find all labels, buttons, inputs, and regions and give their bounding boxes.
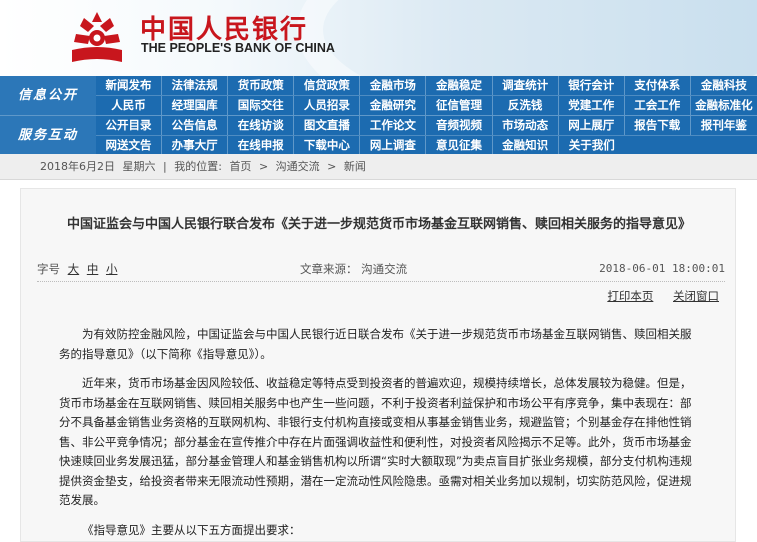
article-paragraph: 为有效防控金融风险，中国证监会与中国人民银行近日联合发布《关于进一步规范货币市场… — [59, 327, 692, 361]
nav-item-about-us[interactable]: 关于我们 — [559, 136, 625, 155]
article-tools: 打印本页 关闭窗口 — [591, 288, 719, 304]
site-header: 中国人民银行 THE PEOPLE'S BANK OF CHINA — [0, 0, 757, 76]
nav-item-fintech[interactable]: 金融科技 — [691, 76, 757, 95]
print-page-link[interactable]: 打印本页 — [607, 289, 653, 303]
breadcrumb-home-link[interactable]: 首页 — [229, 160, 251, 173]
nav-section-info: 信息公开 新闻发布 法律法规 货币政策 信贷政策 金融市场 金融稳定 调查统计 … — [0, 76, 757, 115]
nav-item-financial-market[interactable]: 金融市场 — [360, 76, 427, 95]
meta-divider — [37, 281, 725, 282]
nav-item-anti-money-laundering[interactable]: 反洗钱 — [493, 96, 559, 115]
nav-item-online-filing[interactable]: 在线申报 — [228, 136, 295, 155]
nav-item-credit-management[interactable]: 征信管理 — [426, 96, 493, 115]
article-source: 文章来源： 沟通交流 — [300, 262, 408, 276]
article-meta: 字号 大 中 小 文章来源： 沟通交流 2018-06-01 18:00:01 — [37, 261, 725, 277]
nav-section-service: 服务互动 公开目录 公告信息 在线访谈 图文直播 工作论文 音频视频 市场动态 … — [0, 115, 757, 155]
nav-item-feedback[interactable]: 意见征集 — [426, 136, 493, 155]
nav-item-monetary-policy[interactable]: 货币政策 — [228, 76, 295, 95]
breadcrumb-location-label: 我的位置: — [174, 160, 222, 173]
breadcrumb-current[interactable]: 新闻 — [344, 160, 366, 173]
nav-item-financial-stability[interactable]: 金融稳定 — [426, 76, 493, 95]
nav-row-2: 人民币 经理国库 国际交往 人员招录 金融研究 征信管理 反洗钱 党建工作 工会… — [96, 95, 757, 115]
nav-row-3: 公开目录 公告信息 在线访谈 图文直播 工作论文 音频视频 市场动态 网上展厅 … — [96, 116, 757, 135]
nav-item-party-building[interactable]: 党建工作 — [559, 96, 625, 115]
nav-item-service-hall[interactable]: 办事大厅 — [162, 136, 229, 155]
nav-item-accounting[interactable]: 银行会计 — [559, 76, 625, 95]
nav-item-financial-knowledge[interactable]: 金融知识 — [493, 136, 559, 155]
nav-item-online-interview[interactable]: 在线访谈 — [228, 116, 295, 135]
article-datetime: 2018-06-01 18:00:01 — [599, 262, 725, 275]
nav-item-standardization[interactable]: 金融标准化 — [691, 96, 757, 115]
nav-item-payment-system[interactable]: 支付体系 — [625, 76, 691, 95]
font-size-medium-link[interactable]: 中 — [87, 262, 99, 276]
nav-item-treasury[interactable]: 经理国库 — [162, 96, 229, 115]
nav-item-market-news[interactable]: 市场动态 — [493, 116, 559, 135]
breadcrumb-date: 2018年6月2日 — [40, 160, 115, 173]
nav-item-download-center[interactable]: 下载中心 — [294, 136, 361, 155]
nav-item-live-broadcast[interactable]: 图文直播 — [294, 116, 361, 135]
nav-item-online-survey[interactable]: 网上调查 — [360, 136, 427, 155]
main-nav: 信息公开 新闻发布 法律法规 货币政策 信贷政策 金融市场 金融稳定 调查统计 … — [0, 76, 757, 155]
nav-item-research[interactable]: 金融研究 — [360, 96, 427, 115]
font-size-label: 字号 — [37, 262, 60, 276]
breadcrumb: 2018年6月2日 星期六 | 我的位置: 首页 > 沟通交流 > 新闻 — [0, 154, 757, 180]
breadcrumb-section-link[interactable]: 沟通交流 — [276, 160, 320, 173]
nav-item-report-download[interactable]: 报告下载 — [625, 116, 691, 135]
nav-item-rmb[interactable]: 人民币 — [96, 96, 163, 115]
nav-item-credit-policy[interactable]: 信贷政策 — [294, 76, 361, 95]
font-size-small-link[interactable]: 小 — [106, 262, 118, 276]
breadcrumb-weekday: 星期六 — [122, 160, 156, 173]
nav-item-announcements[interactable]: 公告信息 — [162, 116, 229, 135]
nav-item-working-papers[interactable]: 工作论文 — [360, 116, 427, 135]
nav-item-online-exhibition[interactable]: 网上展厅 — [559, 116, 625, 135]
article-paragraph: 近年来，货币市场基金因风险较低、收益稳定等特点受到投资者的普遍欢迎，规模持续增长… — [59, 376, 692, 507]
pboc-logo-icon[interactable] — [66, 6, 128, 68]
font-size-large-link[interactable]: 大 — [68, 262, 80, 276]
nav-item-international[interactable]: 国际交往 — [228, 96, 295, 115]
nav-row-4: 网送文告 办事大厅 在线申报 下载中心 网上调查 意见征集 金融知识 关于我们 — [96, 135, 757, 155]
nav-item-documents[interactable]: 网送文告 — [96, 136, 163, 155]
nav-item-union[interactable]: 工会工作 — [625, 96, 691, 115]
article-paragraph: 《指导意见》主要从以下五方面提出要求： — [82, 522, 301, 537]
nav-row-1: 新闻发布 法律法规 货币政策 信贷政策 金融市场 金融稳定 调查统计 银行会计 … — [96, 76, 757, 95]
bank-name-en: THE PEOPLE'S BANK OF CHINA — [141, 41, 335, 55]
font-size-selector: 字号 大 中 小 — [37, 261, 117, 277]
close-window-link[interactable]: 关闭窗口 — [673, 289, 719, 303]
nav-item-recruitment[interactable]: 人员招录 — [294, 96, 361, 115]
nav-item-news[interactable]: 新闻发布 — [96, 76, 163, 95]
article-title: 中国证监会与中国人民银行联合发布《关于进一步规范货币市场基金互联网销售、赎回相关… — [66, 217, 691, 232]
nav-item-audio-video[interactable]: 音频视频 — [426, 116, 493, 135]
nav-item-statistics[interactable]: 调查统计 — [493, 76, 559, 95]
nav-section-label-info[interactable]: 信息公开 — [0, 76, 96, 115]
nav-section-label-service[interactable]: 服务互动 — [0, 116, 96, 155]
nav-item-laws[interactable]: 法律法规 — [162, 76, 229, 95]
nav-item-yearbook[interactable]: 报刊年鉴 — [691, 116, 757, 135]
article-panel: 中国证监会与中国人民银行联合发布《关于进一步规范货币市场基金互联网销售、赎回相关… — [20, 188, 736, 542]
article-body: 为有效防控金融风险，中国证监会与中国人民银行近日联合发布《关于进一步规范货币市场… — [59, 325, 701, 542]
nav-item-public-catalog[interactable]: 公开目录 — [96, 116, 163, 135]
